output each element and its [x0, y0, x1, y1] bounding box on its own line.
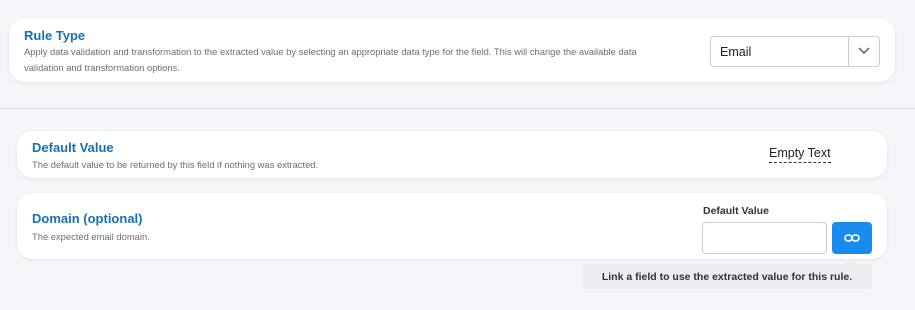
rule-type-select-value: Email — [720, 45, 752, 59]
link-field-tooltip: Link a field to use the extracted value … — [582, 264, 872, 289]
tooltip-arrow — [844, 257, 858, 264]
default-value-title: Default Value — [32, 140, 114, 155]
chevron-down-icon[interactable] — [857, 46, 871, 56]
domain-title: Domain (optional) — [32, 211, 143, 226]
default-value-card: Default Value The default value to be re… — [17, 131, 887, 178]
domain-field-label: Default Value — [703, 205, 769, 217]
domain-description: The expected email domain. — [32, 231, 150, 242]
link-icon — [844, 234, 860, 242]
select-separator — [848, 37, 849, 66]
link-field-button[interactable] — [832, 222, 872, 254]
default-value-editable[interactable]: Empty Text — [769, 146, 831, 163]
rule-type-select[interactable]: Email — [710, 36, 880, 67]
default-value-description: The default value to be returned by this… — [32, 159, 319, 170]
domain-default-value-input[interactable] — [702, 222, 827, 254]
rule-type-description: Apply data validation and transformation… — [24, 46, 637, 73]
section-divider — [0, 108, 915, 109]
rule-type-title: Rule Type — [24, 28, 86, 43]
